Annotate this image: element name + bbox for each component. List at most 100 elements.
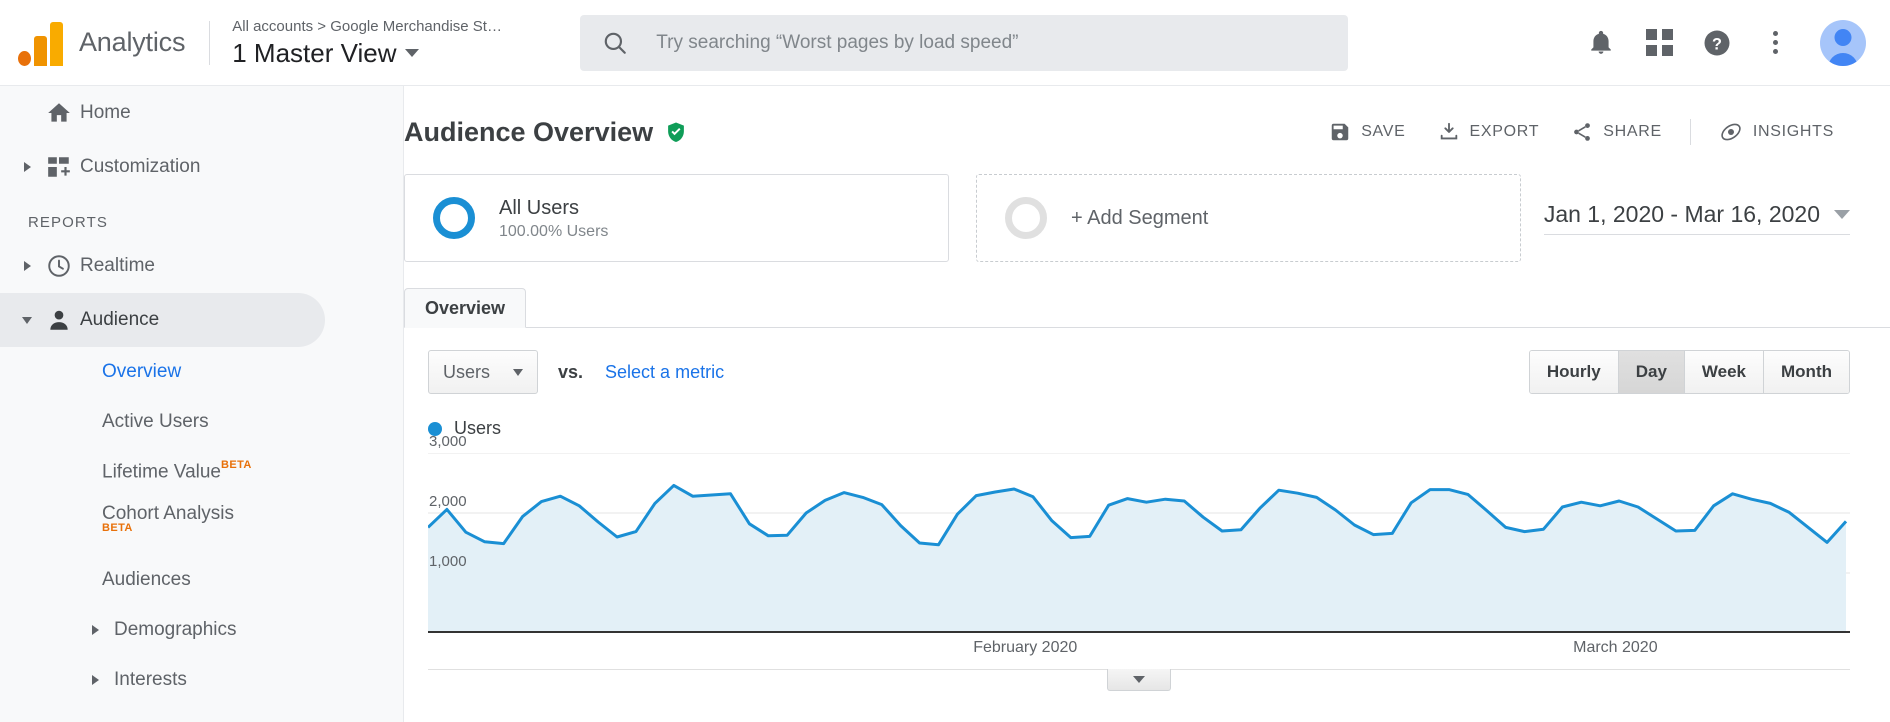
customization-icon — [38, 154, 80, 180]
beta-badge: BETA — [102, 522, 133, 534]
sidebar-item-label: Customization — [80, 156, 201, 177]
top-bar: Analytics All accounts > Google Merchand… — [0, 0, 1890, 86]
page-header: Audience Overview SAVE EXPORT SHARE INSI… — [404, 86, 1890, 152]
search-bar[interactable]: Try searching “Worst pages by load speed… — [580, 14, 1349, 71]
header-actions: SAVE EXPORT SHARE INSIGHTS — [1313, 112, 1850, 152]
share-label: SHARE — [1603, 123, 1662, 140]
view-name: 1 Master View — [232, 37, 397, 68]
shield-check-icon — [665, 120, 687, 144]
sidebar-subitem-label: Lifetime ValueBETA — [102, 459, 252, 483]
apps-grid-icon[interactable] — [1630, 14, 1688, 72]
more-vertical-icon[interactable] — [1746, 14, 1804, 72]
granularity-week[interactable]: Week — [1684, 351, 1765, 393]
share-button[interactable]: SHARE — [1555, 113, 1678, 151]
chevron-down-icon[interactable] — [404, 49, 419, 57]
sidebar-subitem-label: Overview — [102, 361, 182, 382]
segment-subtitle: 100.00% Users — [499, 223, 609, 240]
divider — [209, 20, 211, 65]
y-axis-tick-3000: 3,000 — [429, 433, 467, 450]
sidebar-item-demographics[interactable]: Demographics — [0, 605, 403, 655]
segment-card-all-users[interactable]: All Users 100.00% Users — [404, 174, 949, 262]
tab-overview[interactable]: Overview — [404, 288, 527, 328]
account-selector[interactable]: All accounts > Google Merchandise St… 1 … — [232, 17, 532, 69]
chart-legend: Users — [428, 418, 1850, 439]
divider — [1689, 119, 1691, 145]
search-icon — [604, 32, 627, 54]
analytics-logo-icon[interactable] — [18, 20, 63, 66]
metric-select[interactable]: Users — [428, 350, 538, 394]
sidebar-item-label: Home — [80, 102, 131, 123]
sidebar-item-label: Audience — [80, 309, 160, 330]
granularity-day[interactable]: Day — [1618, 351, 1685, 393]
help-circle-icon[interactable]: ? — [1688, 14, 1746, 72]
chart-bottom-rule — [428, 669, 1850, 691]
page-title: Audience Overview — [404, 116, 654, 147]
sidebar-item-label: Realtime — [80, 255, 155, 276]
insights-button[interactable]: INSIGHTS — [1703, 112, 1850, 152]
avatar[interactable] — [1814, 14, 1872, 72]
sidebar-item-customization[interactable]: Customization — [0, 140, 403, 194]
save-button[interactable]: SAVE — [1313, 113, 1421, 151]
granularity-month[interactable]: Month — [1764, 351, 1849, 393]
breadcrumb[interactable]: All accounts > Google Merchandise St… — [232, 17, 522, 37]
sidebar-item-overview[interactable]: Overview — [0, 347, 403, 397]
insights-label: INSIGHTS — [1752, 123, 1834, 140]
add-segment-button[interactable]: + Add Segment — [976, 174, 1521, 262]
chevron-right-icon[interactable] — [16, 261, 38, 271]
share-icon — [1574, 123, 1591, 141]
chevron-down-icon — [513, 368, 523, 376]
granularity-hourly[interactable]: Hourly — [1529, 351, 1619, 393]
main-content: Audience Overview SAVE EXPORT SHARE INSI… — [404, 86, 1890, 722]
person-icon — [38, 307, 80, 333]
chevron-right-icon[interactable] — [16, 162, 38, 172]
x-axis: February 2020 March 2020 — [428, 633, 1850, 663]
brand-name: Analytics — [79, 27, 186, 57]
sidebar-subitem-label: Active Users — [102, 411, 209, 432]
search-input[interactable]: Try searching “Worst pages by load speed… — [656, 32, 1018, 54]
date-range-picker[interactable]: Jan 1, 2020 - Mar 16, 2020 — [1543, 201, 1850, 235]
chevron-right-icon[interactable] — [92, 675, 106, 685]
select-a-metric-link[interactable]: Select a metric — [605, 362, 724, 383]
sidebar-item-home[interactable]: Home — [0, 86, 403, 140]
save-label: SAVE — [1361, 123, 1406, 140]
x-axis-label: March 2020 — [1573, 639, 1658, 656]
sidebar-item-realtime[interactable]: Realtime — [0, 239, 403, 293]
segment-title: All Users — [499, 197, 580, 219]
y-axis-tick-1000: 1,000 — [429, 553, 467, 570]
sidebar-item-interests[interactable]: Interests — [0, 655, 403, 705]
chevron-right-icon[interactable] — [92, 625, 106, 635]
chevron-down-icon[interactable] — [1834, 210, 1850, 219]
sidebar-subitem-text: Lifetime Value — [102, 461, 221, 483]
export-button[interactable]: EXPORT — [1422, 113, 1556, 151]
chart-canvas — [428, 453, 1850, 633]
granularity-group: Hourly Day Week Month — [1528, 350, 1850, 394]
chevron-down-icon[interactable] — [16, 316, 38, 324]
chart-block: Users 3,000 2,000 1,000 February 2020 Mar… — [404, 394, 1890, 691]
sidebar-item-audiences[interactable]: Audiences — [0, 555, 403, 605]
top-actions: ? — [1572, 14, 1890, 72]
sidebar-item-lifetime-value[interactable]: Lifetime ValueBETA — [0, 447, 403, 497]
insights-icon — [1721, 123, 1741, 141]
metric-row: Users vs. Select a metric Hourly Day Wee… — [404, 328, 1890, 394]
save-icon — [1331, 123, 1349, 141]
export-download-icon — [1440, 122, 1457, 140]
sidebar: Home Customization REPORTS Realtime Audi… — [0, 86, 404, 722]
sidebar-subitem-label: Interests — [114, 669, 187, 690]
sidebar-item-active-users[interactable]: Active Users — [0, 397, 403, 447]
segment-ring-icon — [1005, 197, 1047, 239]
sidebar-item-audience[interactable]: Audience — [0, 293, 325, 347]
y-axis-tick-2000: 2,000 — [429, 493, 467, 510]
bell-icon[interactable] — [1572, 14, 1630, 72]
view-row[interactable]: 1 Master View — [232, 38, 532, 69]
metric-select-value: Users — [443, 361, 491, 382]
users-timeseries-chart[interactable]: 3,000 2,000 1,000 — [428, 433, 1850, 633]
svg-text:?: ? — [1712, 35, 1722, 53]
collapse-chart-button[interactable] — [1107, 669, 1171, 691]
sidebar-item-cohort-analysis[interactable]: Cohort Analysis BETA — [0, 497, 403, 555]
segment-ring-icon — [433, 197, 475, 239]
x-axis-label: February 2020 — [973, 639, 1078, 656]
date-range-label: Jan 1, 2020 - Mar 16, 2020 — [1543, 201, 1820, 227]
segment-row: All Users 100.00% Users + Add Segment Ja… — [404, 152, 1890, 262]
vs-label: vs. — [558, 361, 584, 382]
sidebar-section-reports: REPORTS — [28, 214, 108, 231]
